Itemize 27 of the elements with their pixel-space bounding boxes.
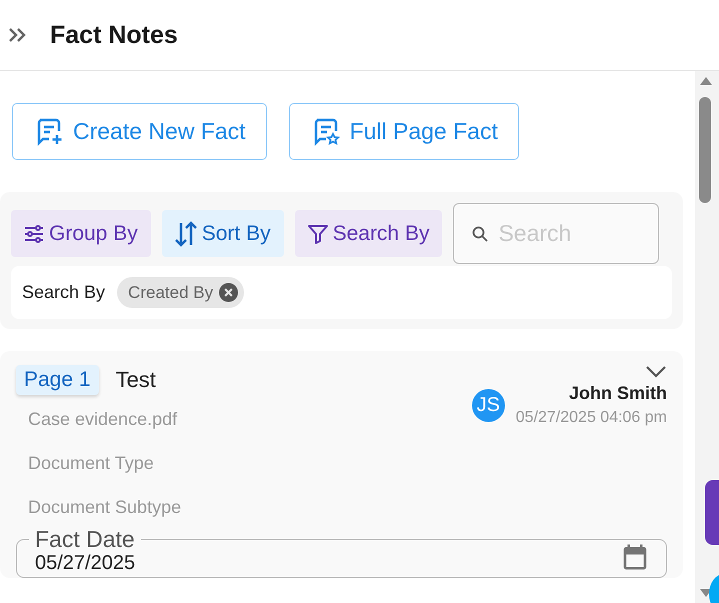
active-filter-label: Search By xyxy=(22,282,106,303)
side-tab[interactable] xyxy=(705,480,719,545)
page-tag[interactable]: Page 1 xyxy=(16,365,99,395)
filter-icon xyxy=(308,224,328,244)
document-type: Document Type xyxy=(27,453,155,474)
fact-title: Test xyxy=(116,367,156,393)
group-by-button[interactable]: Group By xyxy=(11,210,151,257)
full-page-fact-button[interactable]: Full Page Fact xyxy=(288,103,519,160)
avatar: JS xyxy=(472,388,505,422)
file-name: Case evidence.pdf xyxy=(27,409,178,430)
search-icon xyxy=(472,226,488,242)
note-plus-icon xyxy=(35,116,63,146)
sliders-icon xyxy=(24,224,44,242)
scrollbar-thumb[interactable] xyxy=(699,97,711,203)
sort-by-button[interactable]: Sort By xyxy=(162,210,284,257)
panel-title: Fact Notes xyxy=(50,20,178,50)
chevron-down-icon[interactable] xyxy=(645,365,667,379)
search-by-button[interactable]: Search By xyxy=(294,210,442,257)
timestamp: 05/27/2025 04:06 pm xyxy=(516,409,667,427)
sort-arrows-icon xyxy=(174,220,197,246)
scroll-up-icon[interactable] xyxy=(699,76,713,86)
chip-label: Created By xyxy=(128,282,214,302)
document-subtype: Document Subtype xyxy=(27,497,182,518)
remove-icon[interactable] xyxy=(219,283,238,302)
double-chevron-icon[interactable] xyxy=(8,27,26,43)
author-name: John Smith xyxy=(569,383,667,404)
create-fact-button[interactable]: Create New Fact xyxy=(12,103,267,160)
